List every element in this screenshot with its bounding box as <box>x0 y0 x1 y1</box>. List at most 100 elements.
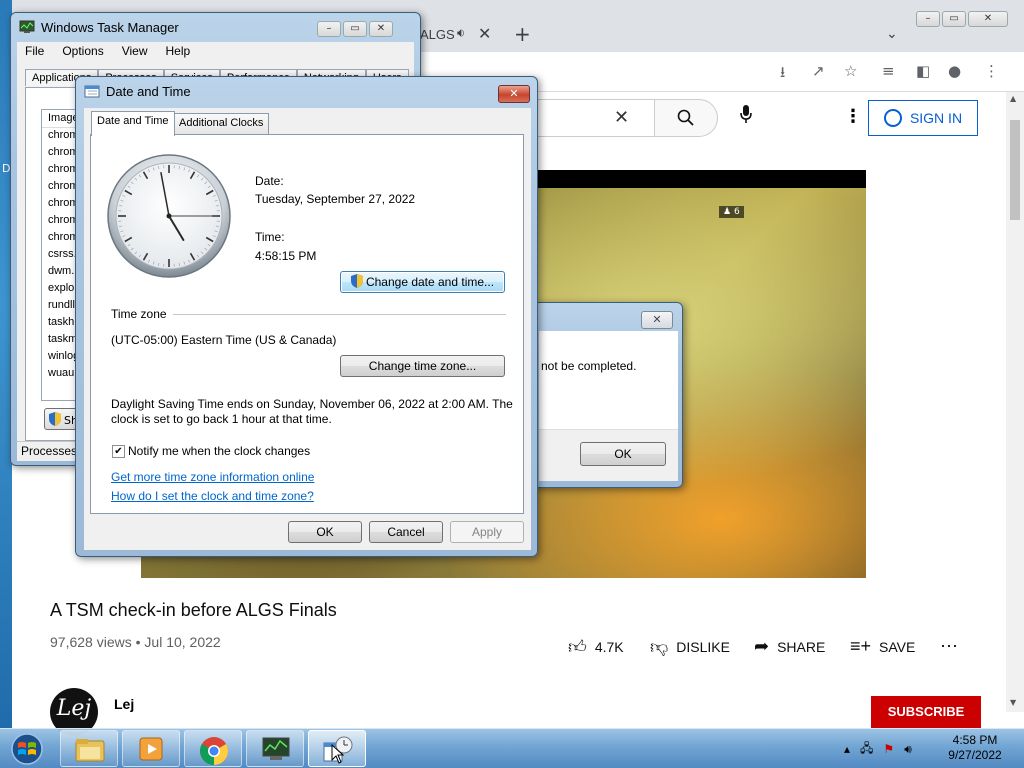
media-player-icon <box>139 737 163 761</box>
sign-in-label: SIGN IN <box>909 110 963 126</box>
side-panel-icon[interactable]: ◧ <box>916 62 930 80</box>
dislike-button[interactable]: 👎︎ DISLIKE <box>650 636 730 658</box>
minimize-icon[interactable]: – <box>916 11 940 27</box>
sign-in-button[interactable]: SIGN IN <box>868 100 978 136</box>
search-button[interactable] <box>654 99 718 137</box>
tab-search-chevron-icon[interactable]: ⌄ <box>886 26 898 42</box>
like-button[interactable]: 👍︎ 4.7K <box>568 636 624 658</box>
taskbar-task-manager-button[interactable] <box>246 730 304 767</box>
share-arrow-icon: ➦ <box>754 636 770 656</box>
maximize-icon[interactable]: ▭ <box>942 11 966 27</box>
error-message: not be completed. <box>541 359 637 373</box>
subscribe-button[interactable]: SUBSCRIBE <box>871 696 981 728</box>
menu-view[interactable]: View <box>122 42 148 62</box>
how-set-clock-link[interactable]: How do I set the clock and time zone? <box>111 489 314 503</box>
tab-additional-clocks[interactable]: Additional Clocks <box>173 113 270 135</box>
close-icon[interactable]: ✕ <box>641 311 673 329</box>
channel-name[interactable]: Lej <box>114 696 134 712</box>
tab-audio-icon[interactable]: 🔉︎ <box>457 26 465 41</box>
date-time-icon <box>84 85 100 98</box>
change-time-zone-button[interactable]: Change time zone... <box>340 355 505 377</box>
notify-label[interactable]: Notify me when the clock changes <box>128 444 310 458</box>
taskbar-time: 4:58 PM <box>952 733 998 747</box>
profile-avatar-icon[interactable]: ● <box>948 62 961 80</box>
timezone-divider <box>173 314 506 315</box>
window-title: Date and Time <box>106 84 191 99</box>
thumbs-up-icon: 👍︎ <box>568 637 587 657</box>
cancel-button[interactable]: Cancel <box>369 521 443 543</box>
dst-notice-line-1: Daylight Saving Time ends on Sunday, Nov… <box>111 397 513 411</box>
microphone-icon <box>740 105 752 123</box>
time-label: Time: <box>255 230 285 244</box>
uac-shield-icon <box>49 412 61 426</box>
date-value: Tuesday, September 27, 2022 <box>255 192 416 206</box>
taskbar-chrome-button[interactable] <box>184 730 242 767</box>
maximize-icon[interactable]: ▭ <box>343 21 367 37</box>
more-actions-button[interactable]: ⋯ <box>940 636 958 657</box>
share-label: SHARE <box>777 638 826 655</box>
menu-help[interactable]: Help <box>166 42 191 62</box>
scroll-up-arrow-icon[interactable]: ▲ <box>1010 94 1016 103</box>
analog-clock <box>107 154 231 278</box>
processes-count-label: Processes: <box>21 444 81 458</box>
scrollbar-thumb[interactable] <box>1010 120 1020 220</box>
tab-close-icon[interactable]: ✕ <box>478 24 491 43</box>
search-icon <box>677 109 694 126</box>
save-label: SAVE <box>879 638 916 655</box>
action-center-flag-icon[interactable]: ⚑ <box>883 742 894 756</box>
taskbar-clock[interactable]: 4:58 PM 9/27/2022 <box>940 733 1010 763</box>
voice-search-button[interactable] <box>732 104 760 132</box>
taskbar-date: 9/27/2022 <box>948 748 1002 762</box>
tab-title[interactable]: ALGS <box>420 27 455 42</box>
timezone-value: (UTC-05:00) Eastern Time (US & Canada) <box>111 333 337 347</box>
taskbar-media-player-button[interactable] <box>122 730 180 767</box>
menu-file[interactable]: File <box>25 42 44 62</box>
install-app-icon[interactable]: ⭳ <box>780 62 785 87</box>
apply-button[interactable]: Apply <box>450 521 524 543</box>
dst-notice-line-2: clock is set to go back 1 hour at that t… <box>111 412 332 426</box>
date-time-dialog: Date and Time ✕ Date and Time Additional… <box>75 76 538 557</box>
volume-icon[interactable]: 🔊︎ <box>904 742 912 757</box>
minimize-icon[interactable]: – <box>317 21 341 37</box>
video-title: A TSM check-in before ALGS Finals <box>50 600 337 620</box>
chrome-menu-icon[interactable]: ⋮ <box>984 62 999 80</box>
task-manager-window-controls: – ▭ ✕ <box>317 21 393 37</box>
timezone-info-link[interactable]: Get more time zone information online <box>111 470 314 484</box>
bookmark-star-icon[interactable]: ☆ <box>844 62 857 80</box>
new-tab-icon[interactable]: + <box>514 22 531 46</box>
account-circle-icon <box>883 109 902 127</box>
close-icon[interactable]: ✕ <box>968 11 1008 27</box>
explorer-folder-icon <box>75 739 105 762</box>
taskbar-explorer-button[interactable] <box>60 730 118 767</box>
clear-search-icon[interactable]: ✕ <box>614 107 629 128</box>
notify-checkbox[interactable]: ✔ <box>112 445 125 458</box>
chrome-icon <box>200 737 228 765</box>
task-manager-icon <box>262 737 290 760</box>
show-hidden-icons-icon[interactable]: ▴ <box>844 742 850 756</box>
share-button[interactable]: ➦ SHARE <box>754 636 825 657</box>
scroll-down-arrow-icon[interactable]: ▼ <box>1010 698 1016 707</box>
uac-shield-icon <box>350 274 363 288</box>
view-count: 97,628 views <box>50 634 132 650</box>
network-icon[interactable]: 🖧︎ <box>860 739 873 760</box>
like-count: 4.7K <box>594 639 624 655</box>
timezone-heading: Time zone <box>111 307 167 321</box>
close-icon[interactable]: ✕ <box>369 21 393 37</box>
menu-options[interactable]: Options <box>62 42 103 62</box>
ok-button[interactable]: OK <box>288 521 362 543</box>
save-button[interactable]: ≡+ SAVE <box>850 636 915 657</box>
youtube-search-input[interactable] <box>536 99 654 137</box>
error-ok-button[interactable]: OK <box>580 442 666 466</box>
windows-start-icon[interactable] <box>4 732 50 766</box>
tab-date-and-time[interactable]: Date and Time <box>91 111 175 136</box>
clock-center-pin <box>166 213 172 219</box>
reading-list-icon[interactable]: ≡ <box>882 62 895 80</box>
thumbs-down-icon: 👎︎ <box>650 637 669 657</box>
window-title: Windows Task Manager <box>41 20 179 35</box>
close-icon[interactable]: ✕ <box>498 85 530 103</box>
share-page-icon[interactable]: ↗ <box>812 62 825 80</box>
change-date-time-button[interactable]: Change date and time... <box>340 271 505 293</box>
page-scrollbar[interactable]: ▲ ▼ <box>1006 92 1024 712</box>
date-label: Date: <box>255 174 284 188</box>
more-options-icon[interactable]: ⋮ <box>844 106 862 127</box>
